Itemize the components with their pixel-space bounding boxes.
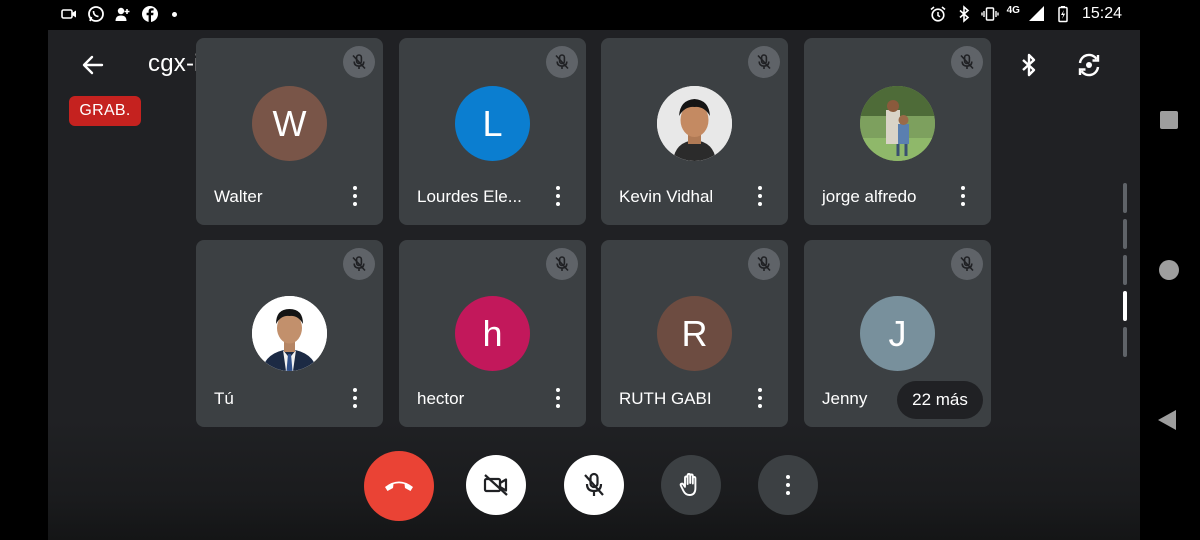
participant-name: RUTH GABI [619,389,712,408]
participant-avatar [252,296,327,371]
mic-off-icon [584,472,604,496]
audio-output-button[interactable] [1014,50,1044,80]
home-button[interactable] [1159,260,1179,280]
participant-tile[interactable]: h hector [399,240,586,427]
recording-badge: GRAB. [69,96,141,126]
participant-options-button[interactable] [752,386,768,410]
participant-options-button[interactable] [347,386,363,410]
participant-initial: L [482,102,503,144]
participant-avatar: J [860,296,935,371]
participant-muted-indicator [546,248,578,280]
participant-avatar: h [455,296,530,371]
recents-button[interactable] [1160,111,1178,129]
participant-tile[interactable]: J Jenny 22 más [804,240,991,427]
more-notifications-dot [172,11,177,17]
participant-tile[interactable]: R RUTH GABI [601,240,788,427]
scroll-indicator-segment [1123,327,1127,357]
participant-name: jorge alfredo [822,187,917,206]
participant-muted-indicator [343,248,375,280]
mic-off-icon [555,256,569,272]
camera-toggle-button[interactable] [466,455,526,515]
participant-muted-indicator [951,248,983,280]
participant-name: Kevin Vidhal [619,187,714,206]
mic-off-icon [960,54,974,70]
video-notification-icon [61,9,76,19]
participant-muted-indicator [546,46,578,78]
vibrate-icon [980,7,999,21]
mic-off-icon [960,256,974,272]
mic-toggle-button[interactable] [564,455,624,515]
participant-tile[interactable]: Kevin Vidhal [601,38,788,225]
bluetooth-audio-icon [1022,53,1036,77]
alarm-icon [930,6,946,22]
battery-charging-icon [1058,6,1068,23]
nav-back-button[interactable] [1158,410,1176,430]
participant-muted-indicator [748,248,780,280]
raise-hand-button[interactable] [661,455,721,515]
participant-name: Tú [214,389,234,408]
participant-tile[interactable]: jorge alfredo [804,38,991,225]
participant-avatar [860,86,935,161]
switch-camera-button[interactable] [1074,50,1104,80]
more-options-icon [786,475,790,495]
participant-options-button[interactable] [752,184,768,208]
scroll-indicator-segment [1123,183,1127,213]
more-participants-button[interactable]: 22 más [897,381,983,419]
contacts-icon [115,7,130,21]
meet-call-screen: cgx-iadd-uxj GRAB. WWalterLLourdes Ele..… [48,30,1140,540]
facebook-icon [142,6,158,22]
participant-initial: h [482,312,503,354]
participant-muted-indicator [343,46,375,78]
participant-name: Jenny [822,389,868,408]
participant-avatar: R [657,296,732,371]
participant-tile[interactable]: W Walter [196,38,383,225]
participant-options-button[interactable] [955,184,971,208]
participant-name: Lourdes Ele... [417,187,522,206]
participant-name: hector [417,389,465,408]
scroll-indicator-segment [1123,255,1127,285]
mic-off-icon [555,54,569,70]
switch-camera-icon [1078,53,1100,77]
participant-initial: J [888,312,907,354]
participant-options-button[interactable] [347,184,363,208]
participant-tile[interactable]: L Lourdes Ele... [399,38,586,225]
status-bar: 4G 15:24 [0,0,1200,30]
camera-off-icon [483,474,508,496]
scroll-indicator-segment [1123,219,1127,249]
android-navigation-bar [1140,0,1200,540]
scroll-indicator-current [1123,291,1127,321]
signal-icon [1028,6,1044,21]
participant-avatar [657,86,732,161]
raise-hand-icon [679,473,697,496]
mic-off-icon [757,256,771,272]
end-call-icon [385,481,413,491]
network-type: 4G [1006,4,1020,16]
participant-options-button[interactable] [550,184,566,208]
whatsapp-icon [88,6,104,22]
clock: 15:24 [1081,5,1122,22]
participant-avatar: L [455,86,530,161]
status-bar-notifications [60,5,177,23]
mic-off-icon [352,54,366,70]
participant-avatar: W [252,86,327,161]
mic-off-icon [757,54,771,70]
end-call-button[interactable] [364,451,434,521]
arrow-left-icon [82,55,104,75]
mic-off-icon [352,256,366,272]
bluetooth-icon [959,5,969,23]
participant-initial: R [681,312,708,354]
more-options-button[interactable] [758,455,818,515]
status-bar-system: 4G 15:24 [929,5,1122,23]
participant-name: Walter [214,187,263,206]
back-button[interactable] [78,50,108,80]
participant-initial: W [272,102,307,144]
participant-options-button[interactable] [550,386,566,410]
participant-muted-indicator [748,46,780,78]
participant-tile[interactable]: Tú [196,240,383,427]
participant-muted-indicator [951,46,983,78]
